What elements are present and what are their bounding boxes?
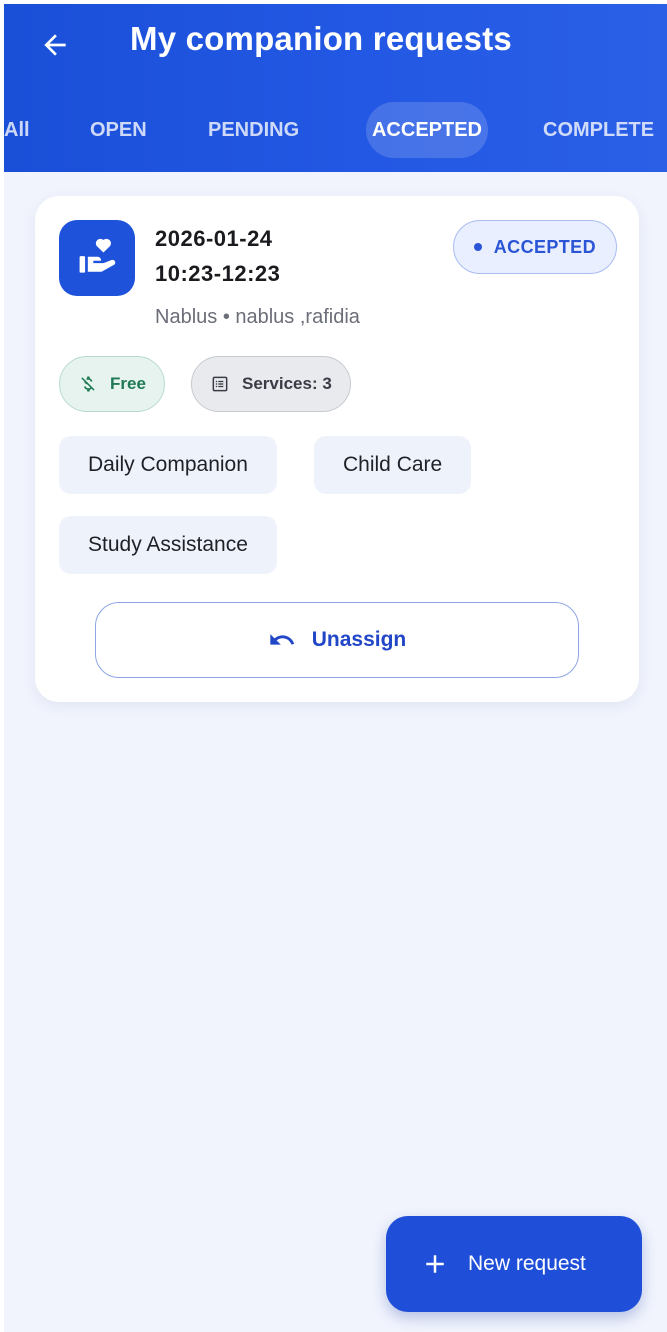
back-button[interactable] [32, 22, 78, 68]
status-dot [473, 243, 482, 251]
status-badge: ACCEPTED [452, 220, 617, 274]
screen: My companion requests All OPEN PENDING A… [4, 4, 667, 1332]
request-location: Nablus • nablus ,rafidia [155, 306, 360, 328]
request-time: 10:23-12:23 [155, 261, 281, 286]
services-chip: Services: 3 [191, 356, 351, 412]
money-off-icon [81, 376, 95, 392]
page-title: My companion requests [130, 20, 512, 57]
tab-pending[interactable]: PENDING [208, 102, 299, 158]
tab-complete[interactable]: COMPLETE [543, 102, 654, 158]
service-tag: Child Care [314, 436, 472, 494]
price-label: Free [110, 374, 146, 393]
request-date: 2026-01-24 [155, 226, 273, 251]
plus-icon [426, 1255, 444, 1273]
tab-open[interactable]: OPEN [90, 102, 147, 158]
undo-icon [270, 634, 294, 645]
tab-accepted[interactable]: ACCEPTED [366, 102, 488, 158]
hand-heart-icon [79, 238, 116, 273]
unassign-label: Unassign [311, 628, 407, 651]
services-count-label: Services: 3 [242, 374, 332, 393]
request-avatar [59, 220, 135, 296]
app-bar: My companion requests All OPEN PENDING A… [4, 4, 667, 172]
service-tag: Daily Companion [59, 436, 277, 494]
new-request-button[interactable]: New request [386, 1216, 642, 1312]
request-card[interactable]: 2026-01-24 10:23-12:23 Nablus • nablus ,… [35, 196, 639, 702]
service-tag: Study Assistance [59, 516, 277, 574]
status-tabs: All OPEN PENDING ACCEPTED COMPLETE [4, 102, 667, 158]
list-icon [212, 376, 228, 392]
unassign-button[interactable]: Unassign [95, 602, 579, 678]
arrow-left-icon [44, 34, 66, 56]
status-label: ACCEPTED [493, 236, 596, 257]
tab-all[interactable]: All [4, 102, 30, 158]
new-request-label: New request [468, 1252, 586, 1275]
price-chip: Free [59, 356, 165, 412]
